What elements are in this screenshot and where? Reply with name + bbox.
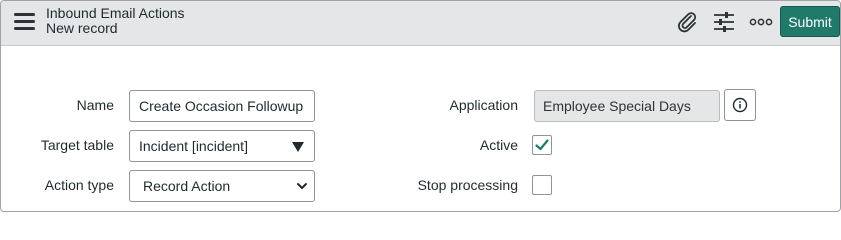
title-block: Inbound Email Actions New record [46,6,185,36]
target-table-label: Target table [40,137,114,153]
page-title: Inbound Email Actions [46,5,185,21]
target-table-value: Incident [incident] [139,138,248,154]
name-label: Name [76,97,114,113]
target-table-select[interactable]: Incident [incident] [129,130,315,162]
action-type-select[interactable]: Record Action [129,170,315,202]
action-type-label: Action type [44,177,114,193]
stop-processing-checkbox[interactable] [532,175,552,195]
application-label: Application [449,97,519,113]
chevron-down-icon [297,183,307,189]
action-type-value: Record Action [143,178,231,194]
form-window: Inbound Email Actions New record Submit … [0,0,841,212]
checkmark-icon [535,139,549,151]
name-input[interactable]: Create Occasion Followup [129,90,315,122]
form-header: Inbound Email Actions New record Submit [1,1,840,46]
info-icon [732,97,748,113]
stop-processing-label: Stop processing [417,177,518,193]
submit-button[interactable]: Submit [780,6,840,37]
active-label: Active [479,137,518,153]
caret-down-icon [292,142,304,152]
sliders-icon[interactable] [711,9,737,35]
page-subtitle: New record [46,20,118,36]
paperclip-icon[interactable] [674,9,700,35]
application-field: Employee Special Days [534,90,720,122]
more-options-icon[interactable] [749,9,773,35]
active-checkbox[interactable] [532,135,552,155]
menu-icon[interactable] [14,13,36,31]
info-button[interactable] [724,89,756,121]
